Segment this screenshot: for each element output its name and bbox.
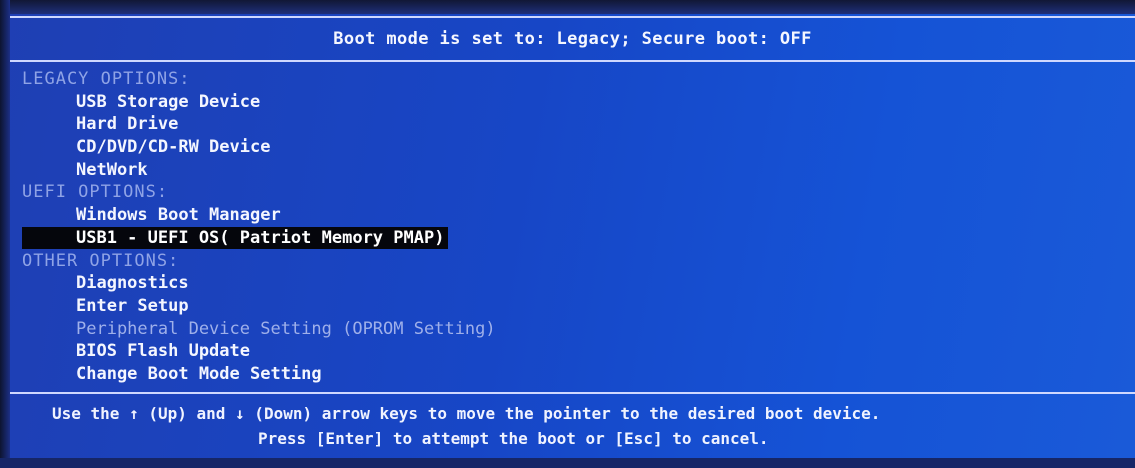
boot-option-cd-dvd[interactable]: CD/DVD/CD-RW Device xyxy=(22,136,1122,159)
section-uefi-options: UEFI OPTIONS: xyxy=(22,182,169,203)
monitor-bezel-bottom xyxy=(0,458,1135,468)
option-peripheral-device-setting: Peripheral Device Setting (OPROM Setting… xyxy=(76,318,496,339)
selected-option-label: USB1 - UEFI OS( Patriot Memory PMAP) xyxy=(22,226,449,249)
boot-mode-header: Boot mode is set to: Legacy; Secure boot… xyxy=(10,16,1135,62)
instruction-text-part2: (Up) and xyxy=(138,404,236,423)
section-other-options: OTHER OPTIONS: xyxy=(22,250,180,271)
section-legacy-options: LEGACY OPTIONS: xyxy=(22,69,191,89)
down-arrow-icon: ↓ xyxy=(235,404,245,423)
monitor-bezel-top xyxy=(0,0,1135,14)
option-change-boot-mode[interactable]: Change Boot Mode Setting xyxy=(22,363,1122,386)
boot-option-usb-storage[interactable]: USB Storage Device xyxy=(22,91,1122,114)
boot-option-network[interactable]: NetWork xyxy=(22,159,1122,182)
option-enter-setup[interactable]: Enter Setup xyxy=(22,295,1122,318)
boot-option-windows-boot-manager[interactable]: Windows Boot Manager xyxy=(22,204,1122,227)
boot-mode-title: Boot mode is set to: Legacy; Secure boot… xyxy=(333,29,812,49)
boot-options-menu: LEGACY OPTIONS: USB Storage Device Hard … xyxy=(22,68,1122,386)
monitor-bezel-left xyxy=(0,0,10,468)
instruction-text-part1: Use the xyxy=(52,404,130,423)
instruction-line-confirm: Press [Enter] to attempt the boot or [Es… xyxy=(258,429,769,448)
instructions-footer: Use the ↑ (Up) and ↓ (Down) arrow keys t… xyxy=(10,392,1135,454)
option-diagnostics[interactable]: Diagnostics xyxy=(22,272,1122,295)
bios-boot-menu-screen: Boot mode is set to: Legacy; Secure boot… xyxy=(0,0,1135,468)
up-arrow-icon: ↑ xyxy=(129,404,139,423)
instruction-line-navigate: Use the ↑ (Up) and ↓ (Down) arrow keys t… xyxy=(52,404,880,423)
instruction-text-part3: (Down) arrow keys to move the pointer to… xyxy=(244,404,881,423)
option-bios-flash-update[interactable]: BIOS Flash Update xyxy=(22,340,1122,363)
boot-option-hard-drive[interactable]: Hard Drive xyxy=(22,113,1122,136)
boot-option-usb1-uefi-selected[interactable]: USB1 - UEFI OS( Patriot Memory PMAP) xyxy=(22,226,1122,250)
